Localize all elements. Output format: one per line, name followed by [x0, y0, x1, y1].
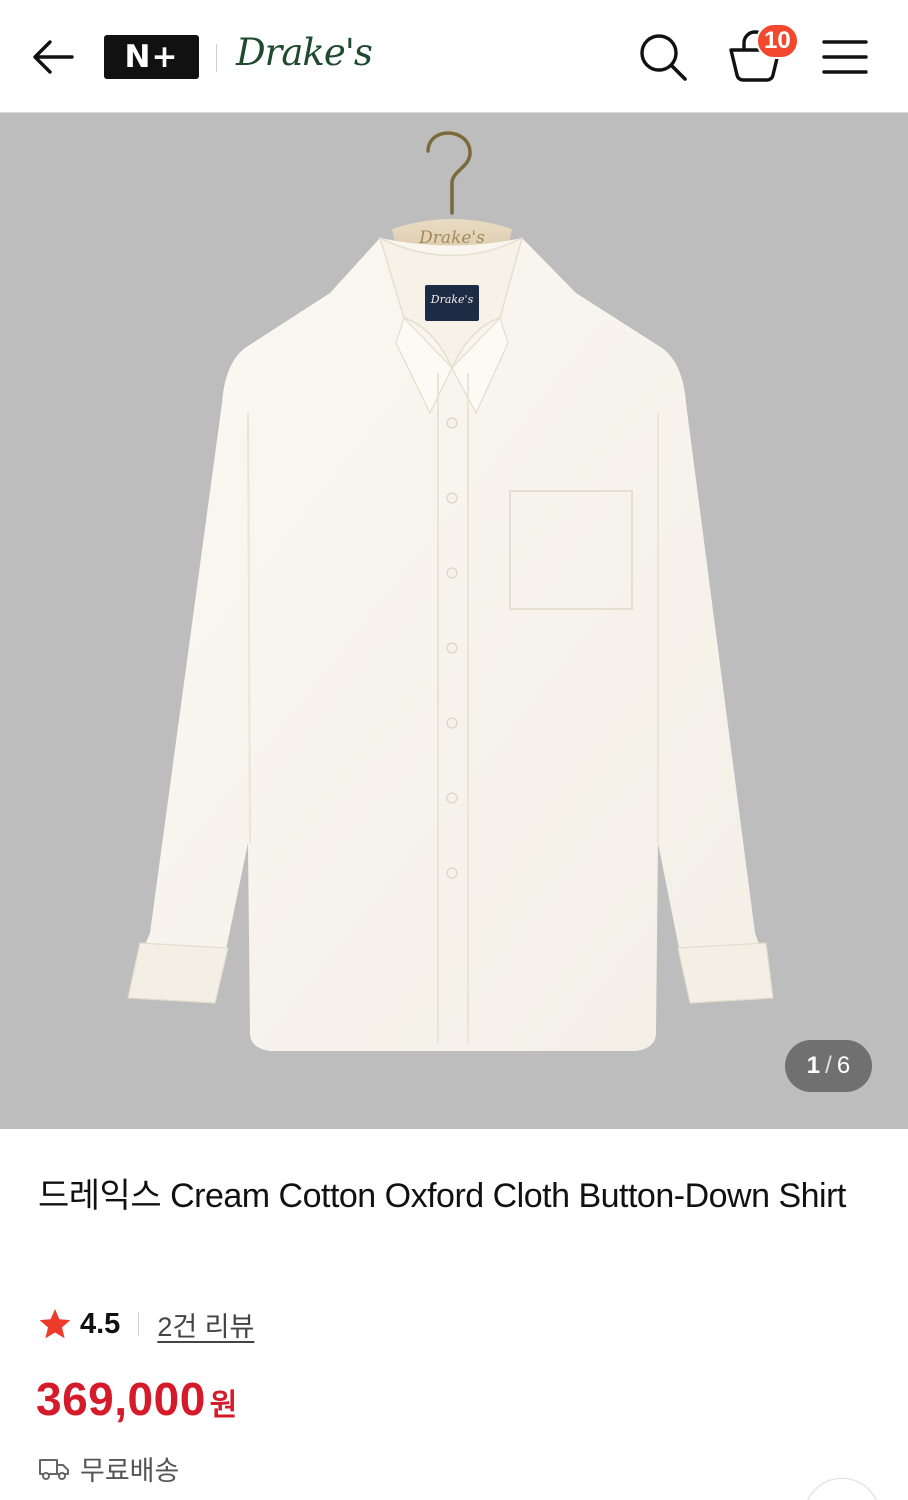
rating-value: 4.5	[80, 1307, 121, 1340]
truck-icon	[39, 1459, 69, 1480]
price-row: 369,000 원	[36, 1372, 237, 1436]
shipping-info: 무료배송	[38, 1450, 179, 1486]
image-counter-separator: /	[825, 1052, 832, 1079]
rating-row: 4.5 2건 리뷰	[38, 1302, 254, 1346]
product-image: Drake's Drake's	[127, 131, 774, 1051]
floating-action-button[interactable]	[804, 1478, 880, 1500]
image-counter-total: 6	[836, 1052, 851, 1079]
neck-label-text: Drake's	[430, 293, 474, 306]
nplus-logo[interactable]: N+	[104, 35, 199, 79]
shipping-text: 무료배송	[80, 1455, 180, 1486]
nplus-logo-text: N+	[124, 39, 179, 75]
review-count-link[interactable]: 2건 리뷰	[157, 1305, 254, 1344]
star-icon	[39, 1309, 71, 1339]
search-icon	[640, 34, 687, 81]
rating-divider	[138, 1312, 140, 1336]
product-title: 드레익스 Cream Cotton Oxford Cloth Button-Do…	[38, 1177, 846, 1215]
brand-logo-text: Drake's	[236, 31, 373, 74]
price-currency: 원	[209, 1389, 238, 1422]
hamburger-menu-icon	[822, 40, 868, 74]
product-price: 369,000	[36, 1373, 206, 1425]
product-image-gallery[interactable]: Drake's Drake's 1 / 6	[0, 113, 908, 1129]
search-button[interactable]	[636, 30, 690, 84]
brand-logo[interactable]: Drake's	[236, 28, 373, 78]
top-header: N+ Drake's 10	[0, 0, 908, 113]
menu-button[interactable]	[820, 36, 870, 78]
image-counter-current: 1	[806, 1052, 821, 1079]
back-button[interactable]	[28, 34, 78, 80]
cart-count-badge: 10	[756, 23, 799, 59]
arrow-left-icon	[33, 40, 74, 74]
logo-divider	[216, 44, 217, 72]
image-counter: 1 / 6	[785, 1040, 872, 1092]
